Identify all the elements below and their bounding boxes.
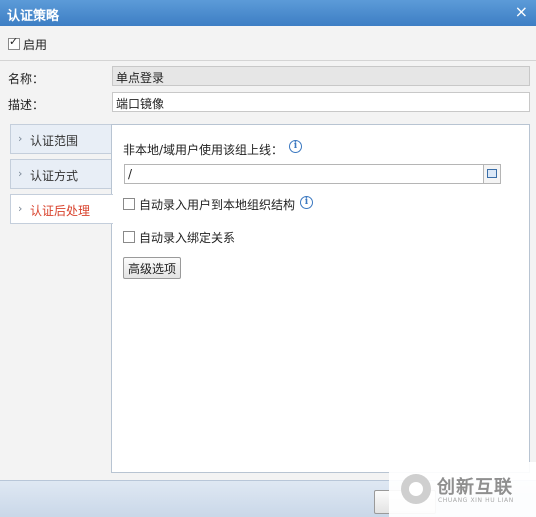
close-icon[interactable]: ×: [515, 2, 528, 21]
enable-checkbox[interactable]: [8, 35, 20, 50]
offline-group-label: 非本地/域用户使用该组上线：: [123, 143, 284, 157]
description-label: 描述：: [8, 98, 45, 112]
sidebar-item-label: 认证方式: [30, 169, 79, 183]
info-icon[interactable]: i: [289, 140, 302, 153]
sidebar-item-label: 认证范围: [30, 134, 79, 148]
enable-label: 启用: [23, 38, 48, 52]
auto-bind-label: 自动录入绑定关系: [139, 231, 236, 245]
sidebar-item-post-auth[interactable]: › 认证后处理: [10, 194, 113, 224]
name-field: 单点登录: [112, 66, 530, 86]
name-label: 名称：: [8, 72, 45, 86]
info-icon[interactable]: i: [300, 196, 313, 209]
sidebar-item-auth-method[interactable]: › 认证方式: [10, 159, 112, 189]
group-path-input[interactable]: /: [124, 164, 484, 184]
chevron-right-icon: ›: [18, 167, 23, 180]
auth-policy-dialog: 认证策略 × 启用 名称： 单点登录 描述： 端口镜像 › 认证范围 › 认证方…: [0, 0, 536, 517]
chevron-right-icon: ›: [18, 132, 23, 145]
sidebar-item-auth-scope[interactable]: › 认证范围: [10, 124, 112, 154]
sidebar-item-label: 认证后处理: [30, 204, 91, 218]
description-input[interactable]: 端口镜像: [112, 92, 530, 112]
watermark-brand: 创新互联: [437, 477, 513, 498]
browse-button[interactable]: [483, 164, 501, 184]
watermark-subtitle: CHUANG XIN HU LIAN: [438, 497, 514, 504]
watermark-logo: 创新互联 CHUANG XIN HU LIAN: [389, 462, 536, 517]
advanced-options-button[interactable]: 高级选项: [123, 257, 182, 279]
dialog-title: 认证策略: [7, 9, 60, 24]
auto-import-checkbox[interactable]: [123, 198, 135, 210]
auto-import-label: 自动录入用户到本地组织结构: [139, 198, 296, 212]
brand-logo-icon: [401, 474, 431, 504]
folder-browse-icon: [487, 169, 497, 178]
auto-bind-checkbox[interactable]: [123, 231, 135, 243]
post-auth-panel: 非本地/域用户使用该组上线： i / 自动录入用户到本地组织结构 i 自动录入绑…: [111, 124, 530, 473]
enable-row: 启用: [0, 26, 536, 61]
title-bar: 认证策略 ×: [0, 0, 536, 26]
chevron-right-icon: ›: [18, 202, 23, 215]
